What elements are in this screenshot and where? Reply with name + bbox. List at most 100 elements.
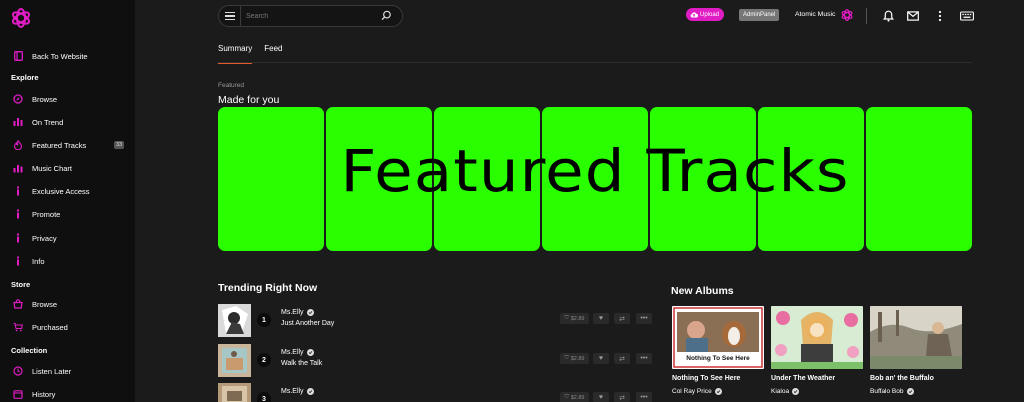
heart-icon: ♥ (598, 315, 604, 322)
track-artist[interactable]: Ms.Elly (281, 349, 304, 356)
verified-icon (306, 388, 314, 395)
upload-button[interactable]: Upload (686, 8, 725, 21)
album-title[interactable]: Under The Weather (771, 375, 863, 382)
price-button[interactable]: ⛉ $2.89 (560, 313, 589, 324)
track-title[interactable]: Walk the Talk (281, 360, 322, 367)
sidebar-item-browse[interactable]: Browse (0, 88, 135, 110)
track-row[interactable]: 1 Ms.Elly Just Another Day ⛉ $2.89 ♥ ⇄ ••… (218, 304, 652, 338)
album-artist-line: Col Ray Price (672, 388, 764, 395)
search-icon[interactable] (381, 10, 392, 21)
sidebar-item-label: Info (32, 256, 45, 266)
mail-icon[interactable] (907, 10, 919, 22)
track-rank: 3 (257, 392, 271, 402)
track-title[interactable]: Just Another Day (281, 320, 334, 327)
album-card[interactable]: Nothing To See Here Nothing To See Here … (672, 306, 764, 395)
fire-icon (13, 140, 23, 150)
sidebar-item-label: Back To Website (32, 51, 88, 61)
more-button[interactable]: ••• (636, 313, 652, 324)
more-vertical-icon[interactable] (934, 10, 946, 22)
price-button[interactable]: ⛉ $2.89 (560, 353, 589, 364)
sidebar-item-label: Promote (32, 209, 61, 219)
album-artist-line: Buffalo Bob (870, 388, 962, 395)
bars-icon (13, 117, 23, 127)
sidebar-item-privacy[interactable]: Privacy (0, 227, 135, 249)
album-artist[interactable]: Buffalo Bob (870, 388, 904, 395)
sidebar-item-promote[interactable]: Promote (0, 203, 135, 225)
upload-label: Upload (700, 11, 720, 18)
compass-icon (13, 94, 23, 104)
album-card[interactable]: Under The Weather Kialoa (771, 306, 863, 395)
sidebar-item-store-browse[interactable]: Browse (0, 293, 135, 315)
featured-kicker: Featured (218, 82, 245, 89)
album-title[interactable]: Bob an' the Buffalo (870, 375, 962, 382)
verified-icon (906, 388, 914, 395)
track-cover-image[interactable] (218, 344, 251, 377)
chart-icon (13, 163, 23, 173)
heart-icon: ♥ (598, 355, 604, 362)
more-horizontal-icon: ••• (640, 315, 648, 322)
sidebar-item-label: Featured Tracks (32, 140, 87, 150)
album-artist[interactable]: Kialoa (771, 388, 789, 395)
featured-title: Made for you (218, 94, 280, 106)
banner-text: Featured Tracks (340, 137, 850, 205)
cart-icon (13, 322, 23, 332)
track-row[interactable]: 3 Ms.Elly ⛉ $2.89 ♥ ⇄ ••• (218, 383, 652, 402)
bell-icon[interactable] (882, 10, 894, 22)
price-button[interactable]: ⛉ $2.89 (560, 392, 589, 402)
featured-banner[interactable]: Featured Tracks (218, 107, 972, 251)
section-collection: Collection (11, 346, 48, 355)
like-button[interactable]: ♥ (593, 392, 609, 402)
tab-summary[interactable]: Summary (218, 44, 253, 64)
verified-icon (714, 388, 722, 395)
album-cover-image[interactable] (771, 306, 863, 369)
search-input[interactable] (246, 9, 376, 23)
hamburger-menu-button[interactable] (219, 6, 241, 26)
count-badge: 33 (114, 141, 125, 149)
track-cover-image[interactable] (218, 383, 251, 402)
like-button[interactable]: ♥ (593, 313, 609, 324)
more-horizontal-icon: ••• (640, 394, 648, 401)
repeat-icon: ⇄ (619, 315, 625, 323)
track-row[interactable]: 2 Ms.Elly Walk the Talk ⛉ $2.89 ♥ ⇄ ••• (218, 344, 652, 378)
admin-panel-button[interactable]: AdminPanel (739, 9, 780, 21)
track-artist[interactable]: Ms.Elly (281, 388, 304, 395)
section-store: Store (11, 280, 31, 289)
sidebar-item-listen-later[interactable]: Listen Later (0, 360, 135, 382)
like-button[interactable]: ♥ (593, 353, 609, 364)
info-icon (13, 233, 23, 243)
album-cover-image[interactable]: Nothing To See Here (672, 306, 764, 369)
more-button[interactable]: ••• (636, 353, 652, 364)
sidebar-item-label: Browse (32, 299, 58, 309)
cart-small-icon: ⛉ (564, 355, 569, 361)
album-card[interactable]: Bob an' the Buffalo Buffalo Bob (870, 306, 962, 395)
sidebar-item-info[interactable]: Info (0, 250, 135, 272)
track-cover-image[interactable] (218, 304, 251, 337)
sidebar-item-label: On Trend (32, 117, 64, 127)
atomic-logo-icon[interactable] (11, 8, 31, 28)
repost-button[interactable]: ⇄ (614, 392, 630, 402)
sidebar-item-history[interactable]: History (0, 383, 135, 402)
user-avatar-logo-icon[interactable] (841, 9, 853, 21)
sidebar-item-featured-tracks[interactable]: Featured Tracks 33 (0, 134, 135, 156)
tab-feed[interactable]: Feed (264, 44, 282, 64)
heart-icon: ♥ (598, 394, 604, 401)
sidebar-item-music-chart[interactable]: Music Chart (0, 157, 135, 179)
album-title[interactable]: Nothing To See Here (672, 375, 764, 382)
repeat-icon: ⇄ (619, 355, 625, 363)
sidebar-item-exclusive-access[interactable]: Exclusive Access (0, 180, 135, 202)
user-name[interactable]: Atomic Music (795, 11, 835, 18)
sidebar-item-back[interactable]: Back To Website (0, 45, 135, 67)
repost-button[interactable]: ⇄ (614, 313, 630, 324)
album-artist[interactable]: Col Ray Price (672, 388, 712, 395)
album-cover-image[interactable] (870, 306, 962, 369)
keyboard-icon[interactable] (959, 10, 974, 22)
tabs-divider (218, 62, 972, 63)
track-artist[interactable]: Ms.Elly (281, 309, 304, 316)
more-button[interactable]: ••• (636, 392, 652, 402)
sidebar-item-purchased[interactable]: Purchased (0, 316, 135, 338)
sidebar-item-on-trend[interactable]: On Trend (0, 111, 135, 133)
track-rank: 1 (257, 313, 271, 327)
repost-button[interactable]: ⇄ (614, 353, 630, 364)
cart-small-icon: ⛉ (564, 315, 569, 321)
section-explore: Explore (11, 73, 39, 82)
